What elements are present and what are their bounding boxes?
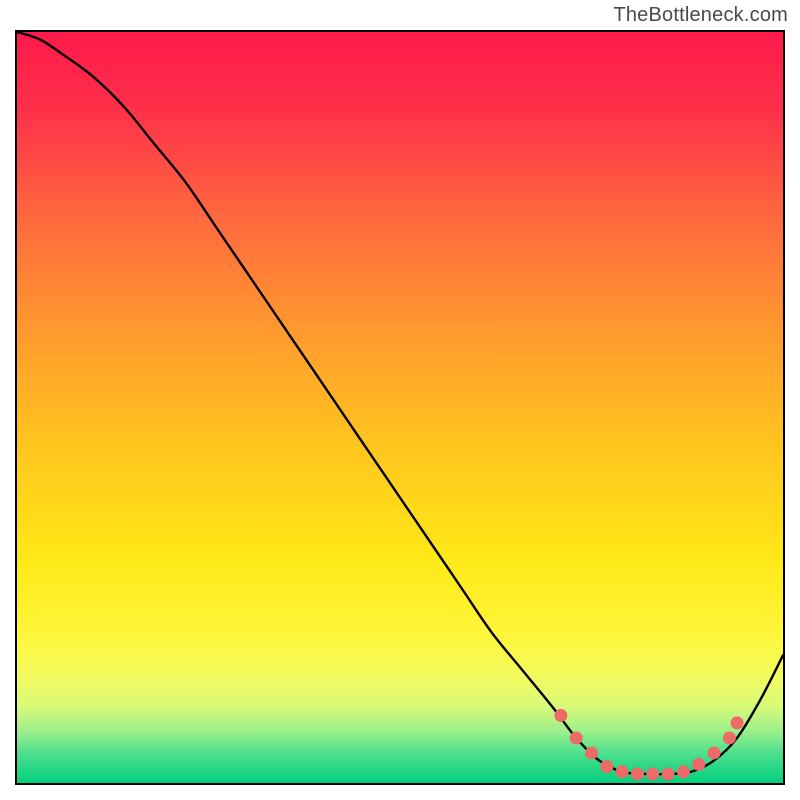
gradient-background [17,32,783,783]
chart-container: TheBottleneck.com [0,0,800,800]
curve-marker [585,746,598,759]
curve-marker [692,758,705,771]
chart-svg [17,32,783,783]
curve-marker [731,716,744,729]
curve-marker [708,746,721,759]
curve-marker [723,731,736,744]
plot-area [17,32,783,783]
curve-marker [600,760,613,773]
curve-marker [662,767,675,780]
curve-marker [631,767,644,780]
curve-marker [570,731,583,744]
watermark-text: TheBottleneck.com [613,4,788,27]
curve-marker [677,765,690,778]
plot-frame [15,30,785,785]
curve-marker [646,767,659,780]
curve-marker [554,709,567,722]
curve-marker [616,765,629,778]
